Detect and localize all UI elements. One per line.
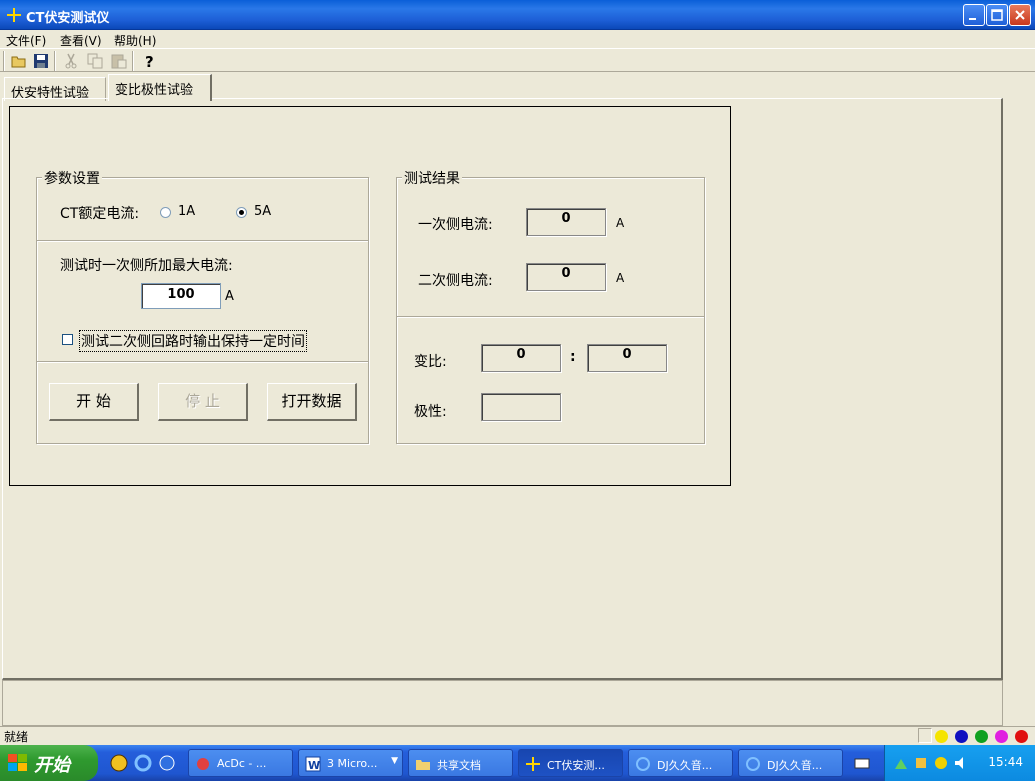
open-data-button[interactable]: 打开数据 [267,383,357,421]
open-folder-icon[interactable] [10,52,28,70]
menu-help[interactable]: 帮助(H) [114,32,156,49]
start-button[interactable]: 开 始 [49,383,139,421]
volume-icon[interactable] [953,755,969,771]
clock: 15:44 [988,755,1023,769]
window-title: CT伏安测试仪 [26,11,110,26]
messenger-icon[interactable] [933,755,949,771]
status-bar: 就绪 [0,726,1035,744]
dropdown-arrow-icon: ▼ [391,756,398,766]
help-icon[interactable]: ? [140,52,158,70]
primary-current-unit: A [616,216,625,230]
ratio-label: 变比: [414,354,447,370]
taskbar: 开始 AcDc - ... W 3 Micro... ▼ 共享文档 CT伏安测.… [0,745,1035,781]
close-button[interactable] [1009,4,1031,26]
secondary-current-unit: A [616,271,625,285]
media-player-icon[interactable] [158,754,176,772]
task-ct-tester[interactable]: CT伏安测... [518,749,623,777]
hold-output-checkbox[interactable] [62,334,73,345]
cut-icon[interactable] [62,52,80,70]
toolbar-separator [132,51,134,71]
task-word[interactable]: W 3 Micro... ▼ [298,749,403,777]
task-label: DJ久久音... [657,759,713,772]
start-button[interactable]: 开始 [0,745,98,781]
polarity-value [481,393,561,421]
task-dj-music-1[interactable]: DJ久久音... [628,749,733,777]
max-current-label: 测试时一次侧所加最大电流: [60,258,233,274]
menu-file[interactable]: 文件(F) [6,32,46,49]
green-dot-icon [975,730,988,743]
status-pane [918,728,932,743]
ratio-left-value: 0 [481,344,561,372]
task-label: AcDc - ... [217,757,267,770]
red-dot-icon [1015,730,1028,743]
magenta-dot-icon [995,730,1008,743]
radio-1a-label[interactable]: 1A [178,204,195,219]
params-title: 参数设置 [42,168,102,188]
browser-icon [636,757,650,771]
results-title: 测试结果 [402,168,462,188]
max-current-input[interactable]: 100 [141,283,221,309]
network-icon[interactable] [893,755,909,771]
title-bar: CT伏安测试仪 [0,0,1035,30]
tray-app-icon[interactable] [913,755,929,771]
hold-output-label[interactable]: 测试二次侧回路时输出保持一定时间 [79,330,307,352]
acdc-icon [197,758,209,770]
close-icon [1015,10,1025,20]
task-dj-music-2[interactable]: DJ久久音... [738,749,843,777]
quicklaunch-app-icon[interactable] [110,754,128,772]
maximize-icon [991,9,1003,21]
app-icon [526,757,540,771]
task-label: 3 Micro... [327,757,378,770]
copy-icon[interactable] [86,52,104,70]
toolbar: ? [0,48,1035,72]
start-label: 开始 [34,755,70,776]
secondary-current-label: 二次侧电流: [418,273,493,289]
task-shared-docs[interactable]: 共享文档 [408,749,513,777]
menu-view[interactable]: 查看(V) [60,32,102,49]
task-acdc[interactable]: AcDc - ... [188,749,293,777]
keyboard-icon[interactable] [854,755,870,771]
browser-icon [746,757,760,771]
polarity-label: 极性: [414,404,447,420]
word-icon: W [305,756,321,772]
minimize-button[interactable] [963,4,985,26]
secondary-current-value: 0 [526,263,606,291]
stop-button[interactable]: 停 止 [158,383,248,421]
tab-ratio-polarity[interactable]: 变比极性试验 [108,74,212,101]
divider [37,361,368,363]
rated-current-label: CT额定电流: [60,206,140,222]
primary-current-label: 一次侧电流: [418,217,493,233]
svg-text:?: ? [145,53,154,70]
radio-1a[interactable] [160,207,171,218]
yellow-dot-icon [935,730,948,743]
radio-5a-label[interactable]: 5A [254,204,271,219]
task-label: DJ久久音... [767,759,823,772]
menu-bar: 文件(F) 查看(V) 帮助(H) [0,30,1035,48]
ratio-separator: : [570,349,576,365]
save-icon[interactable] [32,52,50,70]
divider [37,240,368,242]
log-area [2,680,1003,726]
toolbar-separator [54,51,56,71]
paste-icon[interactable] [110,52,128,70]
divider [397,316,704,318]
max-current-unit: A [225,289,234,304]
folder-icon [416,760,430,770]
internet-explorer-icon[interactable] [134,754,152,772]
svg-text:W: W [308,759,320,772]
status-text: 就绪 [4,730,29,744]
toolbar-grip [3,51,5,71]
windows-logo-icon [8,754,27,771]
maximize-button[interactable] [986,4,1008,26]
minimize-icon [969,18,976,20]
app-icon [7,8,21,22]
ratio-right-value: 0 [587,344,667,372]
radio-5a[interactable] [236,207,247,218]
primary-current-value: 0 [526,208,606,236]
blue-dot-icon [955,730,968,743]
system-tray: 15:44 [884,745,1035,781]
task-label: 共享文档 [437,759,481,772]
task-label: CT伏安测... [547,759,605,772]
